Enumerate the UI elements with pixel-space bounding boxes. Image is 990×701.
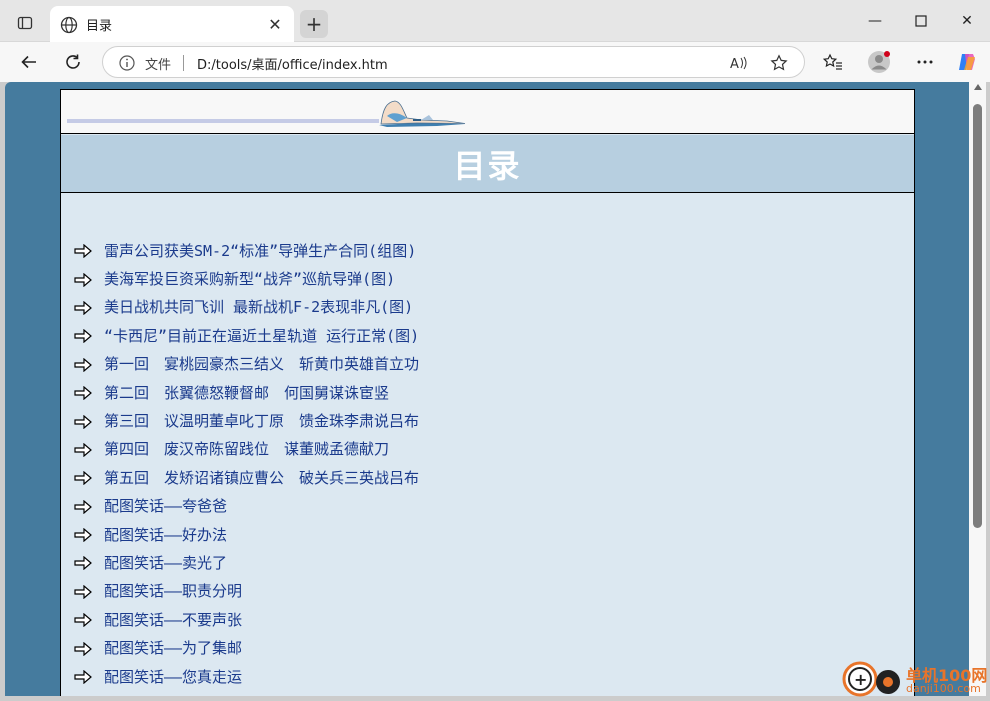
maximize-icon[interactable] — [898, 6, 944, 36]
new-tab-button[interactable]: + — [300, 10, 328, 38]
arrow-right-icon — [74, 584, 92, 600]
page-banner — [61, 90, 914, 134]
svg-text:A: A — [730, 57, 739, 71]
tab-title: 目录 — [86, 19, 113, 34]
arrow-right-icon — [74, 612, 92, 628]
toc-item: 美日战机共同飞训 最新战机F-2表现非凡(图) — [74, 293, 419, 321]
tab-strip: 目录 ✕ + — ✕ — [0, 0, 990, 42]
toc-item: “卡西尼”目前正在逼近土星轨道 运行正常(图) — [74, 321, 419, 349]
address-divider — [183, 55, 184, 71]
arrow-right-icon — [74, 414, 92, 429]
toc-link[interactable]: 第五回 发矫诏诸镇应曹公 破关兵三英战吕布 — [104, 467, 419, 488]
toc-item: 配图笑话——职责分明 — [74, 577, 419, 605]
toc-item: 配图笑话——为了集邮 — [74, 633, 419, 661]
arrow-right-icon — [74, 669, 92, 685]
arrow-right-icon — [74, 527, 92, 543]
address-bar[interactable]: 文件 D:/tools/桌面/office/index.htm A — [102, 46, 805, 78]
arrow-right-icon — [74, 272, 92, 287]
document-page: 目录 雷声公司获美SM-2“标准”导弹生产合同(组图) 美海军投巨资采购新型“战… — [60, 89, 915, 696]
toc-item: 配图笑话——好办法 — [74, 520, 419, 548]
browser-tab[interactable]: 目录 ✕ — [50, 6, 294, 42]
toc-list: 雷声公司获美SM-2“标准”导弹生产合同(组图) 美海军投巨资采购新型“战斧”巡… — [74, 236, 419, 690]
toc-item: 雷声公司获美SM-2“标准”导弹生产合同(组图) — [74, 236, 419, 264]
toc-item: 美海军投巨资采购新型“战斧”巡航导弹(图) — [74, 264, 419, 292]
toc-item: 第二回 张翼德怒鞭督邮 何国舅谋诛宦竖 — [74, 378, 419, 406]
arrow-right-icon — [74, 641, 92, 656]
toc-item: 配图笑话——您真走运 — [74, 662, 419, 690]
toc-link[interactable]: 美日战机共同飞训 最新战机F-2表现非凡(图) — [104, 296, 413, 317]
toc-link[interactable]: 配图笑话——卖光了 — [104, 552, 227, 573]
banner-stripe — [67, 119, 379, 123]
toc-item: 配图笑话——不要声张 — [74, 605, 419, 633]
copilot-icon[interactable] — [952, 47, 982, 77]
globe-icon — [60, 16, 78, 34]
browser-toolbar: 文件 D:/tools/桌面/office/index.htm A — [0, 42, 990, 82]
page-viewport: 目录 雷声公司获美SM-2“标准”导弹生产合同(组图) 美海军投巨资采购新型“战… — [5, 82, 969, 696]
arrow-right-icon — [74, 385, 92, 401]
toc-link[interactable]: 配图笑话——您真走运 — [104, 666, 242, 687]
jet-fighter-image — [379, 100, 466, 127]
more-options-icon[interactable] — [910, 47, 940, 77]
arrow-right-icon — [74, 357, 92, 373]
toc-link[interactable]: 配图笑话——职责分明 — [104, 580, 242, 601]
toc-link[interactable]: 第一回 宴桃园豪杰三结义 斩黄巾英雄首立功 — [104, 353, 419, 374]
page-title: 目录 — [453, 146, 522, 185]
info-icon[interactable] — [118, 54, 136, 72]
profile-avatar-icon[interactable] — [864, 47, 894, 77]
back-icon[interactable] — [14, 47, 44, 77]
site-watermark: + 单机100网 danji100.com — [840, 658, 990, 700]
toc-link[interactable]: 配图笑话——好办法 — [104, 524, 227, 545]
toc-item: 配图笑话——卖光了 — [74, 548, 419, 576]
vertical-scrollbar[interactable] — [969, 82, 986, 696]
read-aloud-icon[interactable]: A — [729, 53, 749, 73]
sidebar-toggle-icon[interactable] — [12, 10, 38, 36]
toc-link[interactable]: 配图笑话——不要声张 — [104, 609, 242, 630]
toc-item: 第四回 废汉帝陈留践位 谋董贼孟德献刀 — [74, 435, 419, 463]
favorite-star-icon[interactable] — [769, 53, 789, 73]
toc-link[interactable]: 配图笑话——为了集邮 — [104, 637, 242, 658]
arrow-right-icon — [74, 470, 92, 486]
address-scheme-label: 文件 — [145, 58, 172, 73]
toc-link[interactable]: 第四回 废汉帝陈留践位 谋董贼孟德献刀 — [104, 438, 389, 459]
arrow-right-icon — [74, 300, 92, 316]
favorites-icon[interactable] — [818, 47, 848, 77]
toc-link[interactable]: 配图笑话——夸爸爸 — [104, 495, 227, 516]
toc-link[interactable]: “卡西尼”目前正在逼近土星轨道 运行正常(图) — [104, 325, 419, 346]
toc-item: 第三回 议温明董卓叱丁原 馈金珠李肃说吕布 — [74, 406, 419, 434]
minimize-icon[interactable]: — — [852, 6, 898, 36]
toc-link[interactable]: 美海军投巨资采购新型“战斧”巡航导弹(图) — [104, 268, 395, 289]
scroll-up-arrow-icon[interactable] — [974, 84, 982, 90]
arrow-right-icon — [74, 243, 92, 259]
toc-link[interactable]: 第三回 议温明董卓叱丁原 馈金珠李肃说吕布 — [104, 410, 419, 431]
watermark-logo-icon: + — [842, 661, 900, 697]
watermark-url: danji100.com — [906, 682, 981, 695]
heading-band: 目录 — [61, 135, 914, 193]
arrow-right-icon — [74, 499, 92, 515]
toc-link[interactable]: 雷声公司获美SM-2“标准”导弹生产合同(组图) — [104, 240, 416, 261]
toc-item: 配图笑话——夸爸爸 — [74, 492, 419, 520]
refresh-icon[interactable] — [58, 47, 88, 77]
arrow-right-icon — [74, 555, 92, 571]
scrollbar-thumb[interactable] — [973, 104, 982, 528]
arrow-right-icon — [74, 442, 92, 458]
toc-item: 第一回 宴桃园豪杰三结义 斩黄巾英雄首立功 — [74, 350, 419, 378]
arrow-right-icon — [74, 328, 92, 344]
toc-item: 第五回 发矫诏诸镇应曹公 破关兵三英战吕布 — [74, 463, 419, 491]
address-url[interactable]: D:/tools/桌面/office/index.htm — [197, 54, 388, 73]
close-tab-icon[interactable]: ✕ — [266, 15, 284, 34]
svg-text:+: + — [854, 670, 867, 689]
toc-link[interactable]: 第二回 张翼德怒鞭督邮 何国舅谋诛宦竖 — [104, 382, 389, 403]
close-window-icon[interactable]: ✕ — [944, 6, 990, 36]
